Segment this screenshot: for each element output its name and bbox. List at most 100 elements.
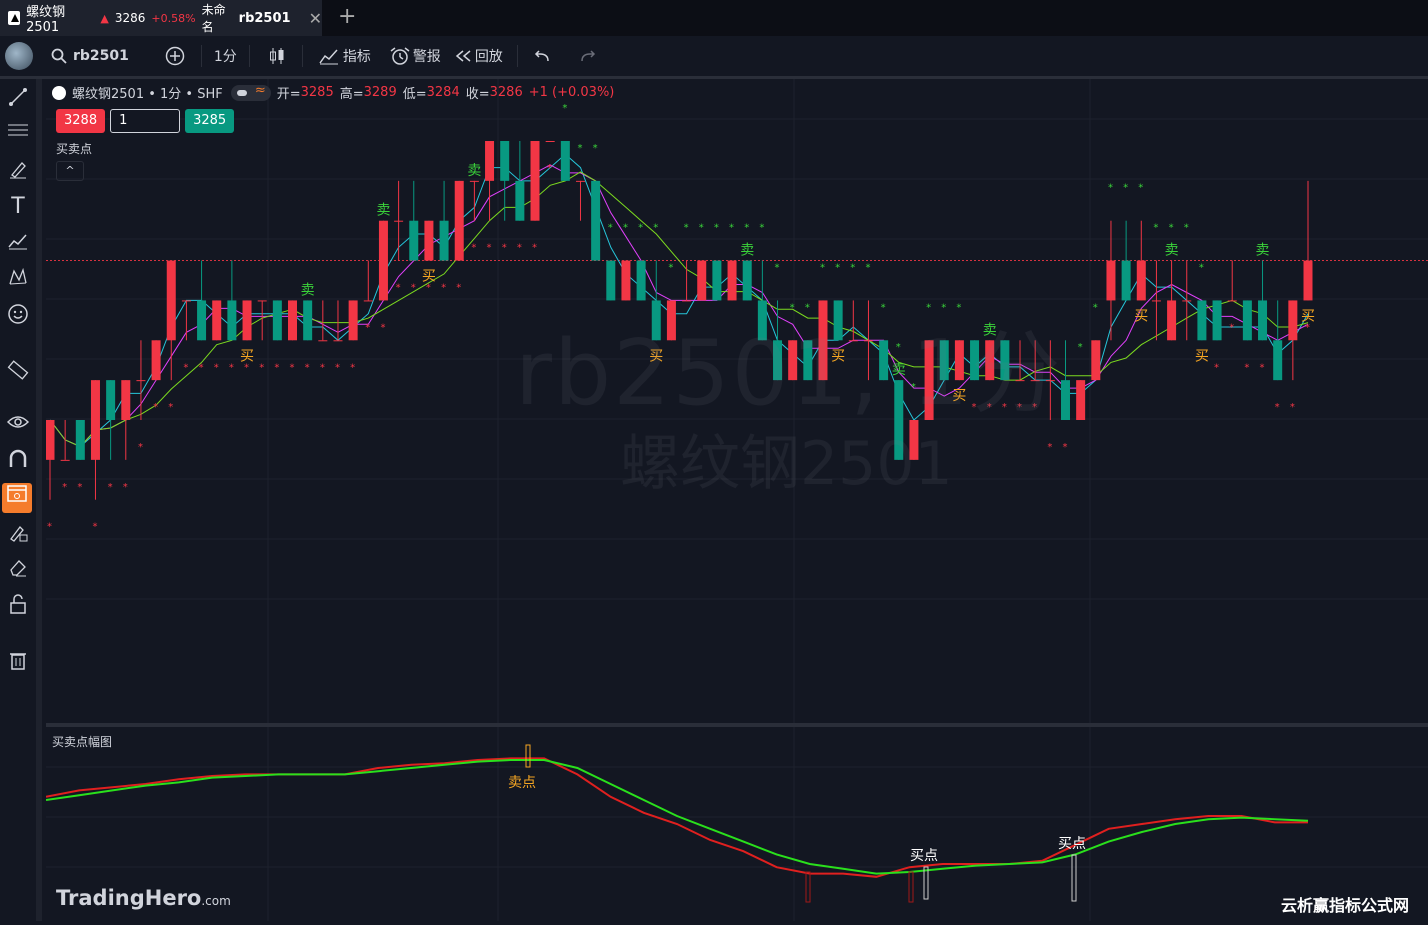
smiley-icon[interactable] — [6, 303, 30, 327]
candle-body — [333, 340, 343, 342]
chart-type-button[interactable] — [268, 46, 286, 66]
indicators-button[interactable]: 指标 — [319, 46, 371, 66]
replay-label: 回放 — [474, 49, 503, 65]
interval-button[interactable]: 1分 — [214, 46, 237, 66]
sar-marker: * — [92, 522, 97, 533]
sar-marker: * — [168, 402, 173, 413]
redo-icon — [581, 50, 595, 62]
indicator-pane[interactable]: 卖点 买点 买点 — [45, 727, 1428, 921]
magnet-icon[interactable] — [6, 449, 30, 473]
candle-body — [272, 300, 282, 341]
avatar[interactable] — [5, 42, 33, 70]
symbol-tab[interactable]: 螺纹钢2501 ▲ 3286 +0.58% 未命名 rb2501 ✕ — [0, 0, 322, 36]
study-title[interactable]: 买卖点 — [56, 140, 92, 157]
candle-body — [257, 300, 267, 302]
search-icon — [51, 48, 67, 64]
low-label: 低= — [402, 87, 427, 102]
alerts-button[interactable]: 警报 — [389, 46, 441, 66]
close-icon[interactable]: ✕ — [309, 9, 322, 28]
sar-marker: * — [138, 442, 143, 453]
candle-body — [303, 300, 313, 341]
buy-button[interactable]: 3285 — [185, 109, 235, 133]
candle-body — [697, 260, 707, 301]
text-icon[interactable]: T — [6, 195, 30, 219]
brand-logo: TradingHero.com — [56, 886, 231, 910]
xabcd-pattern-icon[interactable] — [6, 267, 30, 291]
tab-change: +0.58% — [151, 11, 196, 25]
candle-body — [227, 300, 237, 341]
new-tab-icon[interactable]: + — [338, 4, 356, 29]
redo-button[interactable] — [578, 49, 596, 63]
compare-button[interactable] — [165, 46, 185, 66]
candlestick-icon — [269, 48, 284, 64]
search-input[interactable]: rb2501 — [73, 48, 129, 64]
eye-icon[interactable] — [6, 413, 30, 437]
buy-signal-label: 买 — [1134, 308, 1148, 324]
undo-button[interactable] — [534, 49, 552, 63]
sar-marker: * — [471, 243, 476, 254]
candle-body — [1273, 340, 1283, 381]
indicator-chart[interactable]: 卖点买点买点 — [45, 727, 1428, 921]
lock-icon[interactable] — [6, 593, 30, 617]
pattern-icon[interactable] — [6, 231, 30, 255]
candle-body — [378, 220, 388, 301]
sar-marker: * — [108, 482, 113, 493]
low-value: 3284 — [426, 85, 460, 100]
symbol-search[interactable]: rb2501 — [51, 48, 129, 64]
watermark-name: 螺纹钢2501 — [620, 429, 953, 499]
brand-suffix: .com — [201, 894, 231, 908]
visibility-toggle[interactable]: ≈ — [230, 83, 271, 101]
buy-point-label: 买点 — [1058, 836, 1086, 852]
candle-body — [318, 340, 328, 342]
sar-marker: * — [835, 262, 840, 273]
tab-symbol: 螺纹钢2501 — [26, 5, 66, 35]
signal-bar — [923, 866, 929, 900]
candle-body — [106, 380, 116, 420]
sell-button[interactable]: 3288 — [56, 109, 106, 133]
indicators-icon — [319, 49, 338, 65]
sar-marker: * — [1199, 262, 1204, 273]
ruler-icon[interactable] — [6, 359, 30, 383]
sar-marker: * — [850, 262, 855, 273]
sar-marker: * — [123, 482, 128, 493]
corner-watermark: 云析赢指标公式网 — [1281, 896, 1410, 915]
sar-marker: * — [684, 223, 689, 234]
undo-icon — [534, 50, 549, 62]
candle-body — [166, 260, 176, 341]
quantity-input[interactable]: 1 — [110, 109, 181, 133]
collapse-button[interactable]: ^ — [56, 161, 84, 181]
candle-body — [636, 260, 646, 301]
candle-body — [530, 141, 540, 221]
sell-signal-label: 卖 — [467, 163, 481, 179]
candle-body — [1076, 380, 1086, 420]
replay-button[interactable]: 回放 — [455, 46, 503, 66]
eraser-icon[interactable] — [6, 557, 30, 581]
signal-bar — [1071, 854, 1077, 902]
lock-drawing-icon[interactable] — [6, 523, 30, 547]
tab-layout-name: 未命名 — [201, 3, 226, 34]
sar-marker: * — [380, 322, 385, 333]
candle-body — [242, 300, 252, 341]
sar-marker: * — [623, 223, 628, 234]
sar-marker: * — [1214, 362, 1219, 373]
add-circle-icon — [165, 46, 185, 66]
candle-body — [348, 300, 358, 341]
candle-body — [1288, 300, 1298, 341]
sar-marker: * — [320, 362, 325, 373]
sub-study-title[interactable]: 买卖点幅图 — [52, 733, 112, 750]
candle-body — [1197, 300, 1207, 341]
trend-line-icon[interactable] — [6, 87, 30, 111]
sar-marker: * — [1229, 322, 1234, 333]
trash-icon[interactable] — [6, 649, 30, 673]
candle-body — [1136, 260, 1146, 301]
signal-bar — [805, 871, 811, 903]
sar-marker: * — [290, 362, 295, 373]
calendar-eye-icon[interactable] — [2, 483, 32, 513]
sar-marker: * — [547, 163, 552, 174]
exchange-logo-icon — [52, 85, 66, 100]
brush-icon[interactable] — [6, 159, 30, 183]
fib-retracement-icon[interactable] — [6, 123, 30, 147]
sar-marker: * — [1260, 362, 1265, 373]
sar-marker: * — [744, 223, 749, 234]
change-value: +1 (+0.03%) — [528, 85, 615, 100]
